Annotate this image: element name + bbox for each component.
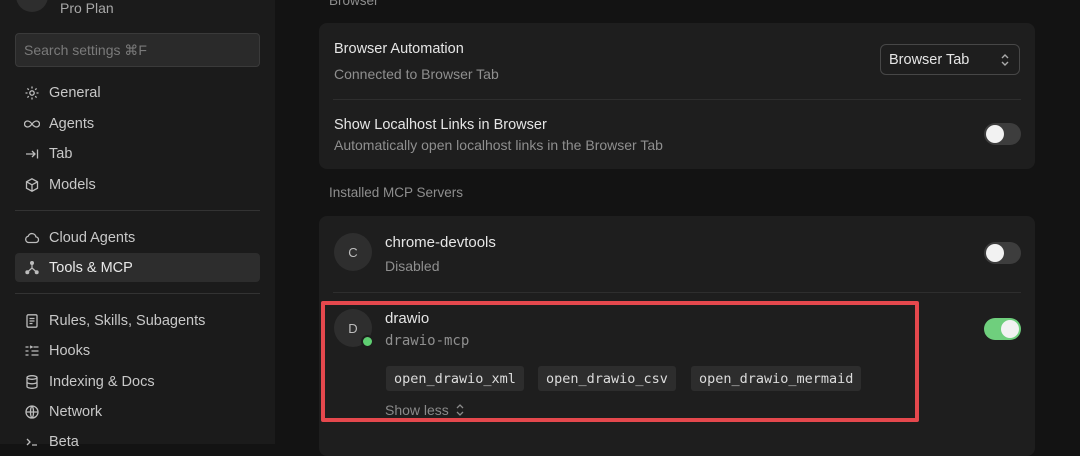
browser-automation-status: Connected to Browser Tab	[334, 66, 499, 82]
sidebar-item-label: Cloud Agents	[49, 229, 136, 246]
sidebar-item-tools-mcp[interactable]: Tools & MCP	[15, 253, 260, 282]
show-less-label: Show less	[385, 402, 449, 418]
gear-icon	[23, 84, 41, 102]
globe-icon	[23, 403, 41, 421]
sidebar-item-indexing-docs[interactable]: Indexing & Docs	[15, 367, 260, 396]
localhost-links-toggle[interactable]	[984, 123, 1021, 145]
sidebar-item-label: Hooks	[49, 342, 91, 359]
beta-icon	[23, 433, 41, 451]
document-icon	[23, 312, 41, 330]
localhost-links-title: Show Localhost Links in Browser	[334, 117, 547, 133]
sidebar-item-label: Indexing & Docs	[49, 373, 155, 390]
tool-chip[interactable]: open_drawio_csv	[538, 366, 676, 391]
sidebar-item-label: Models	[49, 176, 96, 193]
sidebar-item-label: Tab	[49, 145, 73, 162]
sidebar-item-beta[interactable]: Beta	[15, 427, 260, 456]
updown-chevron-icon	[1001, 54, 1009, 66]
sidebar-item-models[interactable]: Models	[15, 170, 260, 199]
server-status: Disabled	[385, 258, 440, 274]
toggle-knob	[986, 244, 1004, 262]
connected-status-dot	[361, 335, 374, 348]
tool-chip[interactable]: open_drawio_xml	[386, 366, 524, 391]
sidebar-item-label: General	[49, 84, 101, 101]
show-less-button[interactable]: Show less	[385, 402, 466, 418]
chrome-devtools-toggle[interactable]	[984, 242, 1021, 264]
server-initial: D	[348, 320, 358, 336]
mcp-section-label: Installed MCP Servers	[329, 185, 464, 200]
sidebar-divider	[15, 210, 260, 211]
mcp-servers-card: C chrome-devtools Disabled D drawio draw…	[319, 216, 1035, 456]
row-divider	[333, 99, 1021, 100]
toggle-knob	[1001, 320, 1019, 338]
sidebar-item-network[interactable]: Network	[15, 397, 260, 426]
sidebar-item-label: Rules, Skills, Subagents	[49, 312, 206, 329]
plan-label: Pro Plan	[60, 0, 114, 16]
server-name: drawio	[385, 310, 430, 327]
chevron-updown-icon	[456, 404, 464, 416]
sidebar-item-agents[interactable]: Agents	[15, 109, 260, 138]
cube-icon	[23, 176, 41, 194]
server-initial: C	[348, 244, 358, 260]
search-settings-input[interactable]: Search settings ⌘F	[15, 33, 260, 67]
sidebar-item-label: Tools & MCP	[49, 259, 133, 276]
hooks-icon	[23, 342, 41, 360]
sidebar-item-label: Beta	[49, 433, 79, 450]
localhost-links-description: Automatically open localhost links in th…	[334, 137, 663, 153]
browser-automation-title: Browser Automation	[334, 41, 464, 57]
sidebar-item-hooks[interactable]: Hooks	[15, 336, 260, 365]
tool-chip[interactable]: open_drawio_mermaid	[691, 366, 862, 391]
database-icon	[23, 373, 41, 391]
search-placeholder: Search settings ⌘F	[24, 41, 147, 58]
cloud-icon	[23, 229, 41, 247]
browser-automation-select[interactable]: Browser Tab	[880, 44, 1020, 75]
sidebar-item-tab[interactable]: Tab	[15, 139, 260, 168]
settings-sidebar: Pro Plan Search settings ⌘F General Agen…	[0, 0, 275, 450]
drawio-toggle[interactable]	[984, 318, 1021, 340]
browser-section-label: Browser	[329, 0, 379, 8]
sidebar-divider	[15, 293, 260, 294]
browser-settings-card: Browser Automation Connected to Browser …	[319, 23, 1035, 169]
sidebar-item-rules-skills-subagents[interactable]: Rules, Skills, Subagents	[15, 306, 260, 335]
infinity-icon	[23, 115, 41, 133]
sidebar-item-label: Network	[49, 403, 103, 420]
server-name: chrome-devtools	[385, 234, 496, 251]
sidebar-item-cloud-agents[interactable]: Cloud Agents	[15, 223, 260, 252]
server-avatar: C	[334, 233, 372, 271]
server-package: drawio-mcp	[385, 333, 470, 349]
browser-select-value: Browser Tab	[889, 51, 970, 68]
tab-arrow-icon	[23, 145, 41, 163]
user-avatar[interactable]	[16, 0, 48, 12]
toggle-knob	[986, 125, 1004, 143]
sidebar-item-label: Agents	[49, 115, 95, 132]
row-divider	[333, 292, 1021, 293]
tools-icon	[23, 259, 41, 277]
sidebar-item-general[interactable]: General	[15, 78, 260, 107]
